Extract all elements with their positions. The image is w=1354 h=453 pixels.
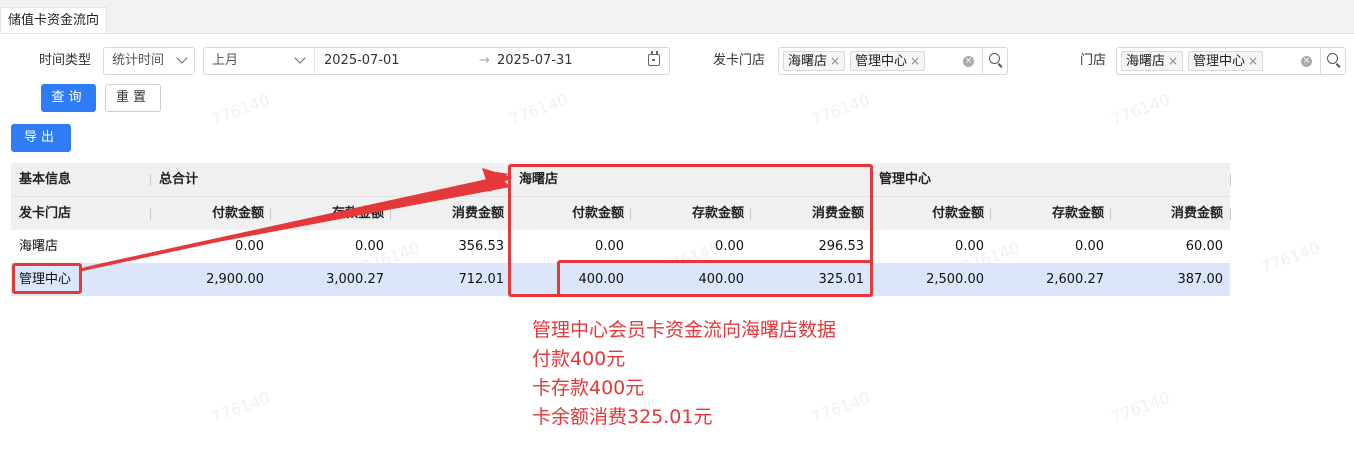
annotation-line: 卡存款400元	[532, 377, 645, 399]
row-haishu-deposit: 0.00	[715, 239, 744, 254]
annotation-line: 卡余额消费325.01元	[532, 406, 713, 428]
column-header-issuing-store[interactable]: 发卡门店	[11, 197, 151, 230]
row-haishu-payment: 0.00	[595, 239, 624, 254]
row-total-deposit: 3,000.27	[326, 272, 384, 287]
row-total-payment: 0.00	[235, 239, 264, 254]
close-icon[interactable]: ×	[1168, 54, 1178, 68]
date-range-arrow-icon: →	[479, 53, 490, 68]
close-icon[interactable]: ×	[830, 54, 840, 68]
column-header-payment[interactable]: 付款金额	[871, 197, 991, 230]
column-header-deposit[interactable]: 存款金额	[271, 197, 391, 230]
calendar-icon[interactable]	[648, 51, 660, 66]
divider	[314, 48, 315, 74]
time-type-value: 统计时间	[112, 53, 165, 68]
row-center-deposit: 0.00	[1075, 239, 1104, 254]
watermark: 776140	[208, 388, 273, 427]
table-row[interactable]: 管理中心 2,900.00 3,000.27 712.01 400.00 400…	[11, 263, 1230, 296]
clear-icon[interactable]: ×	[963, 56, 974, 67]
time-type-label: 时间类型	[39, 53, 92, 68]
column-header-payment[interactable]: 付款金额	[151, 197, 271, 230]
row-total-consumption: 712.01	[458, 272, 505, 287]
row-haishu-payment: 400.00	[578, 272, 625, 287]
tab-card-fund-flow[interactable]: 储值卡资金流向	[0, 7, 108, 33]
store-tag: 海曙店 ×	[1121, 51, 1184, 71]
column-divider	[1230, 174, 1231, 186]
table-column-header-row: 发卡门店 付款金额 存款金额 消费金额 付款金额 存款金额 消费金额 付款金额 …	[11, 197, 1231, 230]
clear-icon[interactable]: ×	[1301, 56, 1312, 67]
watermark: 776140	[1108, 90, 1173, 129]
column-header-consumption[interactable]: 消费金额	[751, 197, 871, 230]
row-store-name: 海曙店	[19, 239, 59, 254]
issuing-store-label: 发卡门店	[713, 53, 766, 68]
group-header-management-center: 管理中心	[879, 172, 932, 187]
store-search-button[interactable]	[1320, 47, 1346, 75]
date-end-input[interactable]: 2025-07-31	[497, 48, 573, 74]
row-center-consumption: 387.00	[1177, 272, 1224, 287]
group-header-total: 总合计	[159, 172, 199, 187]
search-icon	[989, 53, 1000, 64]
column-header-payment[interactable]: 付款金额	[511, 197, 631, 230]
group-header-haishu: 海曙店	[519, 172, 559, 187]
tab-bar: 储值卡资金流向	[0, 0, 1354, 34]
watermark: 776140	[506, 90, 571, 129]
issuing-store-search-button[interactable]	[982, 47, 1008, 75]
chevron-down-icon	[176, 52, 188, 64]
row-total-consumption: 356.53	[458, 239, 505, 254]
period-select-value[interactable]: 上月	[212, 48, 238, 74]
date-range-picker[interactable]: 上月 2025-07-01 → 2025-07-31	[203, 47, 670, 75]
table-row[interactable]: 海曙店 0.00 0.00 356.53 0.00 0.00 296.53 0.…	[11, 230, 1230, 263]
reset-button[interactable]: 重置	[105, 84, 161, 112]
store-label: 门店	[1080, 53, 1107, 68]
date-start-input[interactable]: 2025-07-01	[324, 48, 400, 74]
close-icon[interactable]: ×	[1248, 54, 1258, 68]
row-haishu-consumption: 325.01	[818, 272, 865, 287]
issuing-store-tag: 管理中心 ×	[850, 51, 926, 71]
store-tag: 管理中心 ×	[1188, 51, 1264, 71]
row-haishu-deposit: 400.00	[698, 272, 745, 287]
column-header-deposit[interactable]: 存款金额	[631, 197, 751, 230]
row-haishu-consumption: 296.53	[818, 239, 865, 254]
annotation-line: 付款400元	[532, 348, 626, 370]
issuing-store-multiselect[interactable]: 海曙店 × 管理中心 × ×	[778, 47, 1008, 75]
issuing-store-tag: 海曙店 ×	[783, 51, 846, 71]
watermark: 776140	[808, 90, 873, 129]
row-total-deposit: 0.00	[355, 239, 384, 254]
group-header-basic-info: 基本信息	[19, 172, 72, 187]
annotation-line: 管理中心会员卡资金流向海曙店数据	[532, 319, 837, 341]
watermark: 776140	[1258, 238, 1323, 277]
column-divider	[1230, 208, 1231, 220]
annotation-text: 管理中心会员卡资金流向海曙店数据 付款400元 卡存款400元 卡余额消费325…	[532, 316, 836, 432]
chevron-down-icon[interactable]	[294, 52, 306, 64]
query-button[interactable]: 查询	[41, 84, 96, 112]
row-center-consumption: 60.00	[1185, 239, 1223, 254]
row-center-deposit: 2,600.27	[1046, 272, 1104, 287]
table-group-header-row: 基本信息 总合计 海曙店 管理中心	[11, 163, 1231, 197]
row-center-payment: 2,500.00	[926, 272, 984, 287]
close-icon[interactable]: ×	[910, 54, 920, 68]
watermark: 776140	[1108, 388, 1173, 427]
time-type-select[interactable]: 统计时间	[103, 47, 195, 75]
watermark: 776140	[208, 90, 273, 129]
column-header-deposit[interactable]: 存款金额	[991, 197, 1111, 230]
search-icon	[1327, 53, 1338, 64]
row-store-name: 管理中心	[19, 272, 72, 287]
export-button[interactable]: 导出	[11, 124, 71, 152]
column-header-consumption[interactable]: 消费金额	[1111, 197, 1230, 230]
store-multiselect[interactable]: 海曙店 × 管理中心 × ×	[1116, 47, 1346, 75]
row-center-payment: 0.00	[955, 239, 984, 254]
row-total-payment: 2,900.00	[206, 272, 264, 287]
column-header-consumption[interactable]: 消费金额	[391, 197, 511, 230]
